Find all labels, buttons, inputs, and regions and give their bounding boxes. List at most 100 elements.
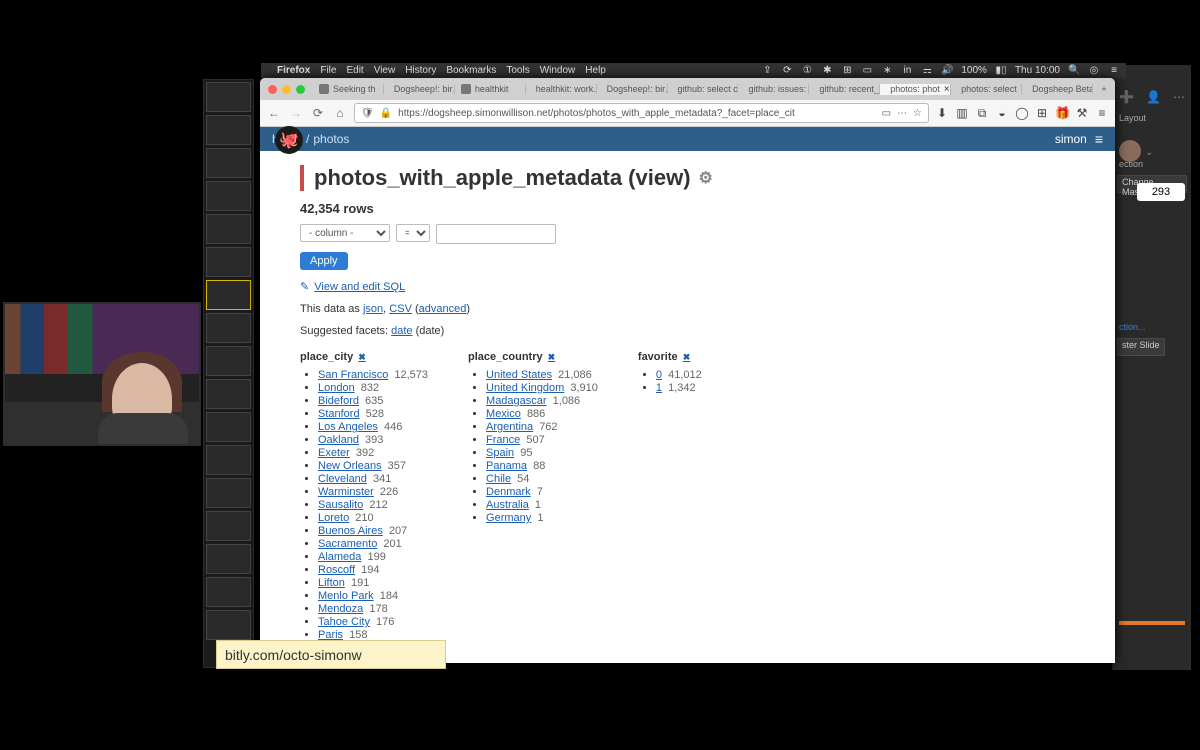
menu-file[interactable]: File — [320, 65, 336, 76]
filter-column-select[interactable]: - column - — [300, 224, 390, 242]
containers-icon[interactable]: ◯ — [1015, 106, 1029, 120]
slide-thumb[interactable] — [206, 313, 251, 343]
screenshot-icon[interactable]: ⧉ — [975, 106, 989, 121]
new-tab-button[interactable]: + — [1093, 84, 1115, 94]
shield-icon[interactable]: 🛡 — [361, 108, 374, 119]
facet-value-link[interactable]: Roscoff — [318, 564, 355, 576]
csv-link[interactable]: CSV — [389, 303, 412, 315]
view-edit-sql-link[interactable]: View and edit SQL — [314, 281, 405, 293]
master-slide-button[interactable]: ster Slide — [1117, 338, 1165, 356]
apply-button[interactable]: Apply — [300, 252, 348, 270]
downloads-icon[interactable]: ⬇ — [935, 106, 949, 120]
extension-icon[interactable]: ⊞ — [1035, 106, 1049, 120]
notification-center-icon[interactable]: ≡ — [1108, 65, 1120, 76]
browser-tab[interactable]: Dogsheep Beta — [1022, 84, 1093, 94]
menu-view[interactable]: View — [374, 65, 396, 76]
facet-value-link[interactable]: Stanford — [318, 408, 360, 420]
facet-value-link[interactable]: Exeter — [318, 447, 350, 459]
zoom-window-icon[interactable] — [296, 85, 305, 94]
lock-icon[interactable]: 🔒 — [380, 108, 392, 119]
slide-thumb[interactable] — [206, 577, 251, 607]
volume-icon[interactable]: 🔊 — [941, 65, 953, 76]
page-action-icon[interactable]: ⋯ — [897, 108, 907, 119]
browser-tab[interactable]: Dogsheep!: bir… — [597, 84, 668, 94]
facet-value-link[interactable]: Chile — [486, 473, 511, 485]
macos-menubar[interactable]: Firefox File Edit View History Bookmarks… — [261, 63, 1126, 78]
facet-value-link[interactable]: Oakland — [318, 434, 359, 446]
facet-value-link[interactable]: France — [486, 434, 520, 446]
hamburger-menu-icon[interactable]: ≡ — [1095, 131, 1103, 147]
facet-value-link[interactable]: 0 — [656, 369, 662, 381]
slide-thumb[interactable] — [206, 478, 251, 508]
spotlight-icon[interactable]: 🔍 — [1068, 65, 1080, 76]
home-button[interactable]: ⌂ — [332, 106, 348, 120]
facet-value-link[interactable]: Tahoe City — [318, 616, 370, 628]
facet-value-link[interactable]: Alameda — [318, 551, 361, 563]
siri-icon[interactable]: ◎ — [1088, 65, 1100, 76]
minimize-window-icon[interactable] — [282, 85, 291, 94]
browser-tab[interactable]: photos: select — [951, 84, 1022, 94]
facet-value-link[interactable]: Bideford — [318, 395, 359, 407]
reload-button[interactable]: ⟳ — [310, 106, 326, 120]
bookmark-star-icon[interactable]: ☆ — [913, 108, 922, 119]
insert-icon[interactable]: ➕ — [1119, 90, 1134, 104]
facet-value-link[interactable]: San Francisco — [318, 369, 388, 381]
url-bar[interactable]: 🛡 🔒 https://dogsheep.simonwillison.net/p… — [354, 103, 929, 123]
facet-value-link[interactable]: Mexico — [486, 408, 521, 420]
window-traffic-lights[interactable] — [260, 78, 313, 100]
layout-tab-label[interactable]: Layout — [1113, 109, 1191, 127]
menu-help[interactable]: Help — [585, 65, 606, 76]
library-icon[interactable]: ▥ — [955, 106, 969, 120]
dropbox-icon[interactable]: ⇪ — [761, 65, 773, 76]
slide-thumb[interactable] — [206, 247, 251, 277]
current-user[interactable]: simon — [1055, 132, 1087, 146]
facet-value-link[interactable]: London — [318, 382, 355, 394]
slide-thumb-current[interactable] — [206, 280, 251, 310]
facet-value-link[interactable]: Warminster — [318, 486, 374, 498]
suggested-facet-link[interactable]: date — [391, 325, 412, 337]
facet-value-link[interactable]: 1 — [656, 382, 662, 394]
grid-icon[interactable]: ⊞ — [841, 65, 853, 76]
facet-value-link[interactable]: Buenos Aires — [318, 525, 383, 537]
pocket-icon[interactable]: ◒ — [995, 106, 1009, 120]
slide-thumb[interactable] — [206, 412, 251, 442]
facet-value-link[interactable]: United Kingdom — [486, 382, 564, 394]
browser-tab[interactable]: github: select c… — [668, 84, 739, 94]
slide-thumb[interactable] — [206, 544, 251, 574]
menu-icon[interactable]: ≡ — [1095, 106, 1109, 120]
facet-value-link[interactable]: Sausalito — [318, 499, 363, 511]
more-icon[interactable]: ⋯ — [1173, 90, 1185, 104]
facet-value-link[interactable]: United States — [486, 369, 552, 381]
facet-value-link[interactable]: Sacramento — [318, 538, 377, 550]
menu-history[interactable]: History — [405, 65, 436, 76]
facet-value-link[interactable]: Menlo Park — [318, 590, 374, 602]
slide-thumb[interactable] — [206, 181, 251, 211]
json-link[interactable]: json — [363, 303, 383, 315]
slide-thumb[interactable] — [206, 115, 251, 145]
slide-thumb[interactable] — [206, 610, 251, 640]
avatar-chevron-icon[interactable]: ⌄ — [1145, 147, 1153, 158]
battery-icon[interactable]: ▮▯ — [995, 65, 1007, 76]
browser-tab[interactable]: photos: phot× — [880, 84, 951, 95]
facet-value-link[interactable]: Los Angeles — [318, 421, 378, 433]
facet-value-link[interactable]: Denmark — [486, 486, 531, 498]
facet-value-link[interactable]: Loreto — [318, 512, 349, 524]
bluetooth-icon[interactable]: ∗ — [881, 65, 893, 76]
browser-tab[interactable]: healthkit — [455, 84, 526, 94]
facet-value-link[interactable]: Australia — [486, 499, 529, 511]
reader-icon[interactable]: ▭ — [882, 108, 891, 119]
menu-tools[interactable]: Tools — [506, 65, 529, 76]
slide-thumb[interactable] — [206, 82, 251, 112]
slide-thumb[interactable] — [206, 511, 251, 541]
menu-bookmarks[interactable]: Bookmarks — [446, 65, 496, 76]
breadcrumb-section[interactable]: photos — [313, 132, 349, 146]
user-avatar[interactable] — [1119, 140, 1141, 162]
collab-icon[interactable]: 👤 — [1146, 90, 1161, 104]
back-button[interactable]: ← — [266, 106, 282, 120]
slide-thumb[interactable] — [206, 346, 251, 376]
menu-edit[interactable]: Edit — [346, 65, 363, 76]
slide-thumb[interactable] — [206, 445, 251, 475]
action-link[interactable]: ction... — [1113, 318, 1191, 336]
remove-facet-icon[interactable]: ✖ — [358, 352, 366, 362]
browser-tab[interactable]: Dogsheep!: bir… — [384, 84, 455, 94]
